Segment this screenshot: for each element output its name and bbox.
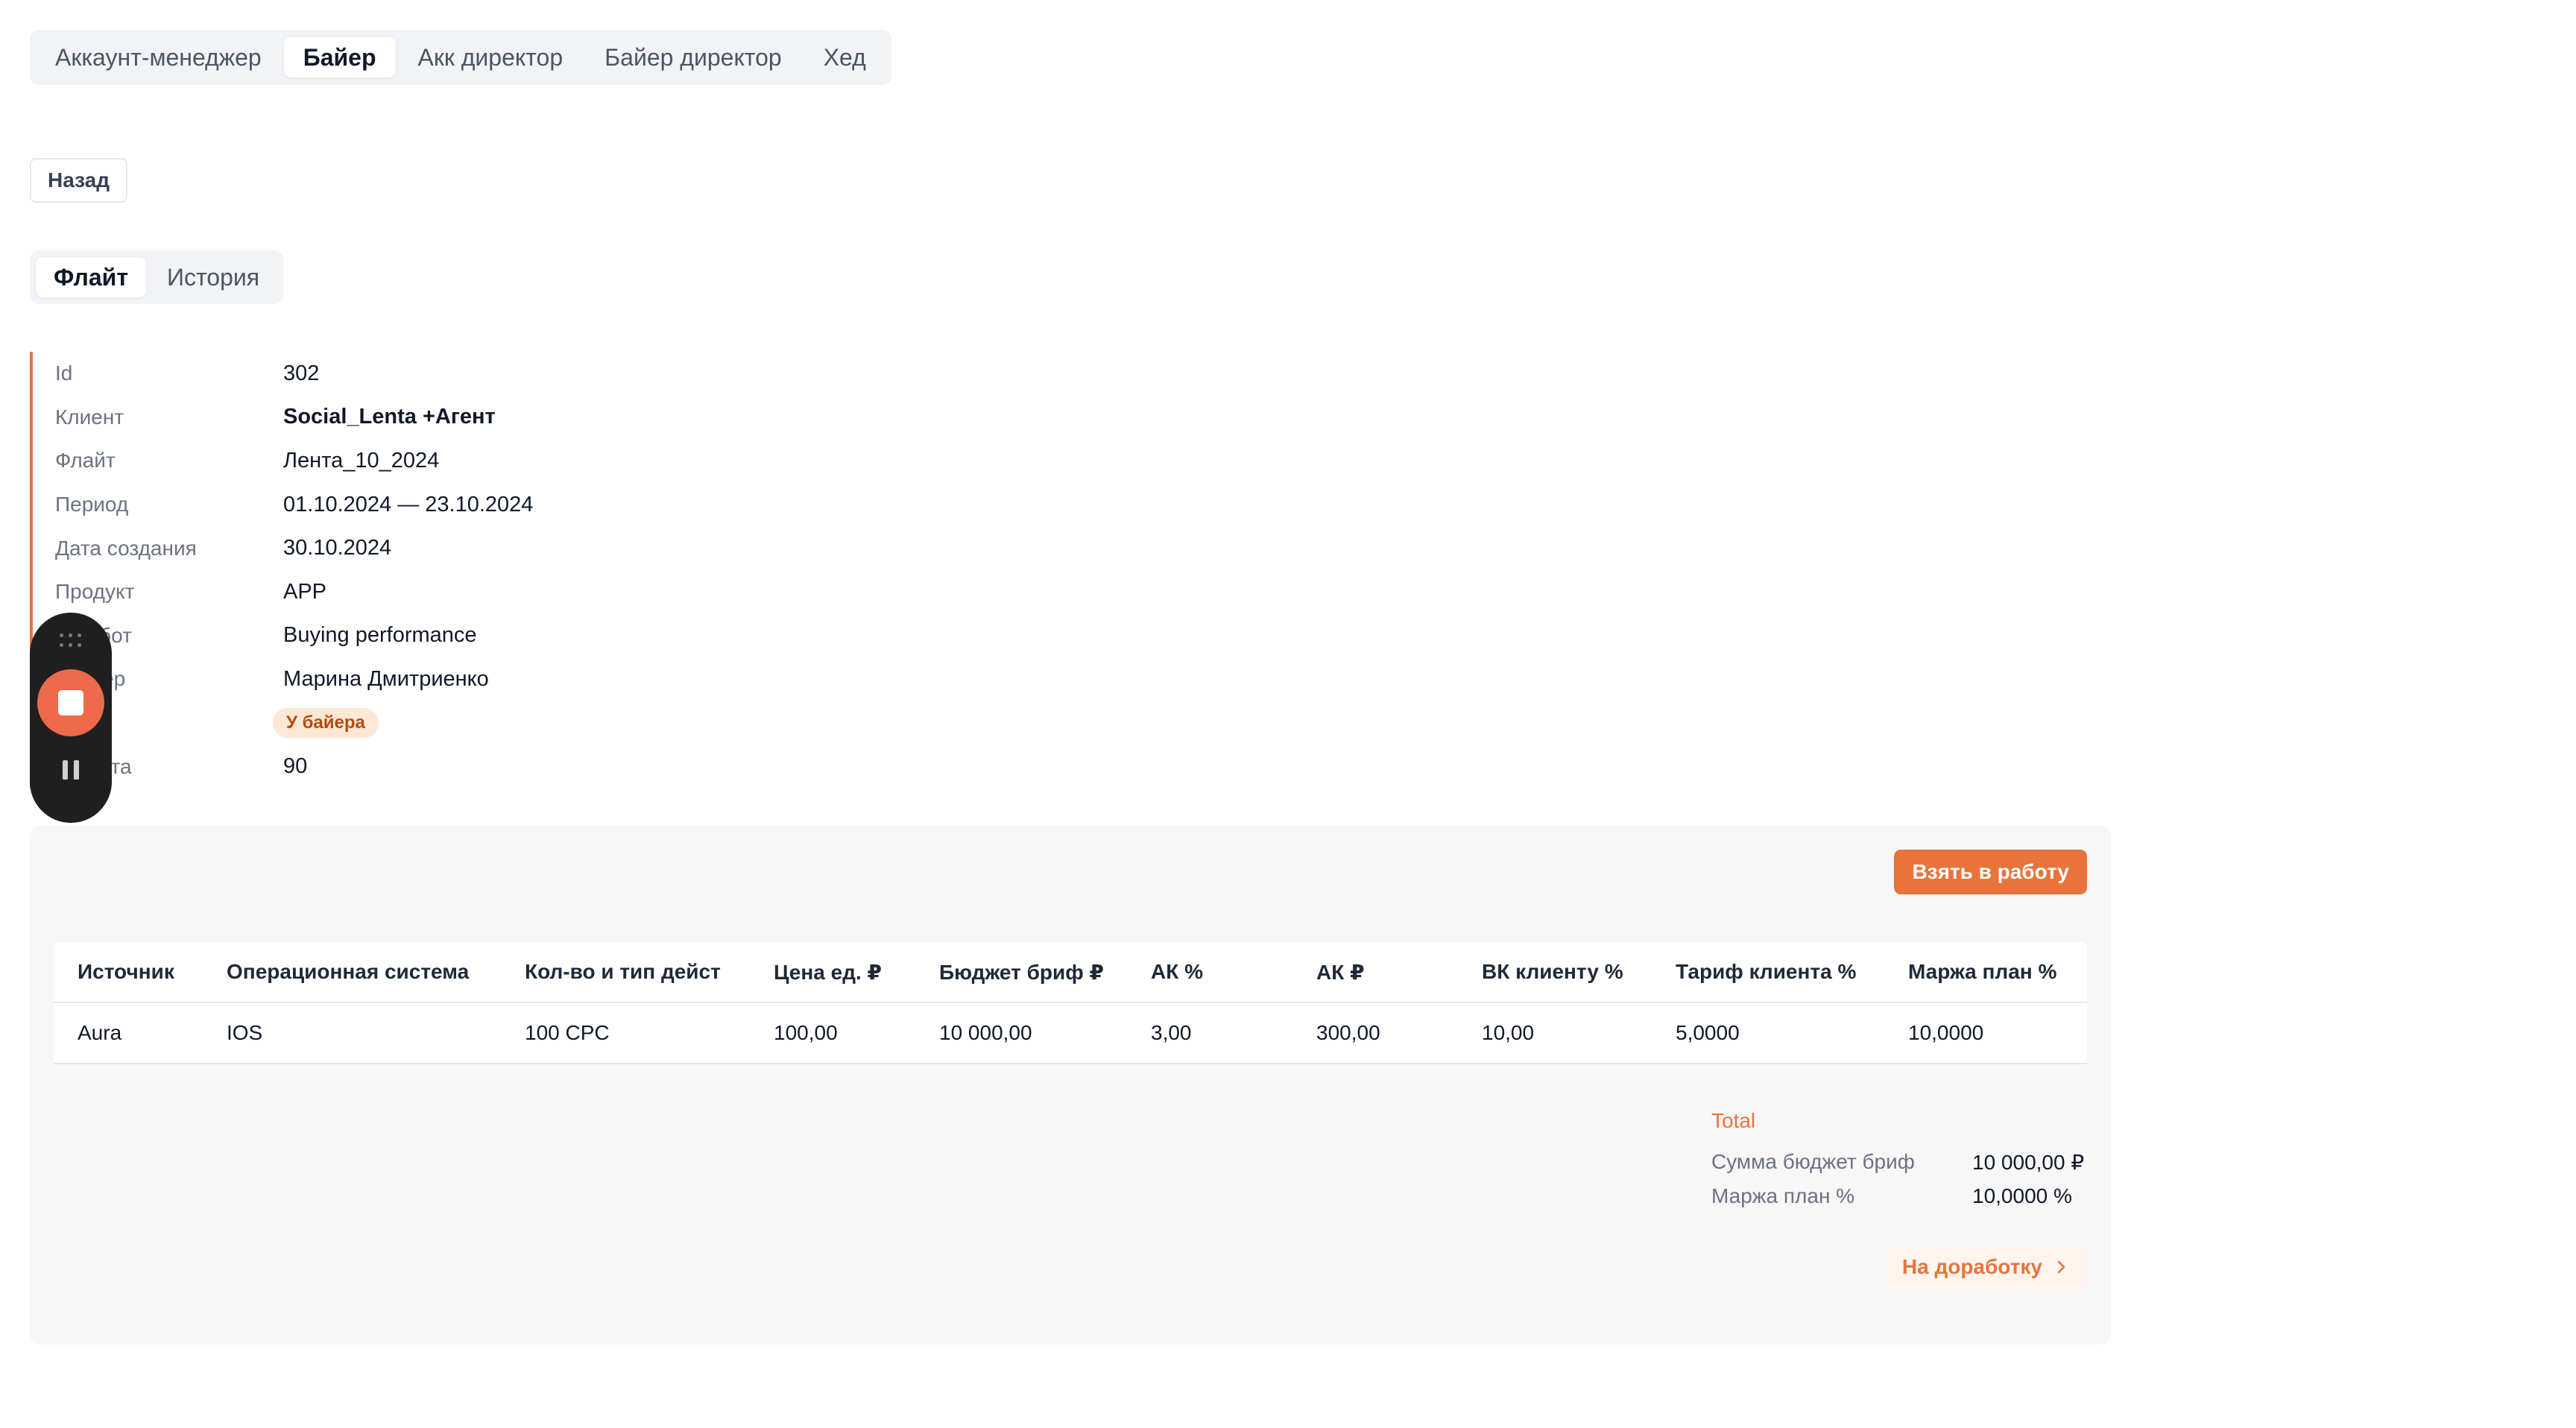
chevron-right-icon (2057, 1260, 2065, 1274)
drag-handle-icon[interactable] (60, 634, 82, 648)
column-header: ВК клиенту % (1482, 960, 1623, 983)
column-header: АК ₽ (1316, 960, 1365, 984)
info-row-product: Продукт APP (55, 570, 701, 614)
info-value: Лента_10_2024 (283, 448, 440, 473)
column-header: Цена ед. ₽ (774, 960, 883, 984)
info-value: Buying performance (283, 623, 477, 648)
column-header: Кол-во и тип дейст (525, 960, 721, 983)
tab-buyer[interactable]: Байер (283, 37, 396, 78)
info-row-payment: …плата 90 (55, 745, 701, 789)
table-cell: 10 000,00 (939, 1021, 1032, 1044)
totals-block: Total Сумма бюджет бриф 10 000,00 ₽ Марж… (1711, 1109, 2092, 1213)
info-label: Id (55, 361, 73, 385)
table-cell: 10,0000 (1908, 1021, 1984, 1044)
screen-recorder-widget (30, 613, 112, 823)
totals-row-margin: Маржа план % 10,0000 % (1711, 1179, 2092, 1213)
table-header-row: Источник Операционная система Кол-во и т… (54, 942, 2087, 1003)
info-label: Продукт (55, 580, 135, 604)
info-label: Клиент (55, 405, 124, 429)
totals-title: Total (1711, 1109, 1756, 1132)
flight-info: Id 302 Клиент Social_Lenta +Агент Флайт … (30, 352, 701, 789)
role-tabs: Аккаунт-менеджер Байер Акк директор Байе… (30, 30, 891, 85)
info-label: Период (55, 493, 129, 516)
back-button[interactable]: Назад (30, 158, 128, 203)
tab-buyer-director[interactable]: Байер директор (585, 37, 801, 78)
totals-label: Сумма бюджет бриф (1711, 1150, 1915, 1173)
info-value: 302 (283, 361, 320, 385)
flight-panel: Взять в работу Источник Операционная сис… (30, 826, 2111, 1345)
totals-label: Маржа план % (1711, 1184, 1855, 1207)
table-cell: 100 CPC (525, 1021, 610, 1044)
info-row-period: Период 01.10.2024 — 23.10.2024 (55, 483, 701, 527)
status-badge: У байера (273, 708, 379, 739)
stop-recording-button[interactable] (37, 669, 104, 736)
totals-row-budget: Сумма бюджет бриф 10 000,00 ₽ (1711, 1145, 2092, 1179)
tab-account-manager[interactable]: Аккаунт-менеджер (36, 37, 281, 78)
table-cell: Aura (78, 1021, 122, 1044)
info-row-id: Id 302 (55, 352, 701, 396)
info-value: Social_Lenta +Агент (283, 405, 496, 429)
info-value: 01.10.2024 — 23.10.2024 (283, 492, 534, 516)
totals-value: 10 000,00 ₽ (1972, 1150, 2085, 1174)
column-header: Операционная система (227, 960, 470, 983)
status-cell: У байера (273, 708, 379, 739)
info-row-work-type: …работ Buying performance (55, 614, 701, 658)
send-to-rework-button[interactable]: На доработку (1884, 1245, 2087, 1289)
tab-history[interactable]: История (149, 257, 277, 297)
totals-value: 10,0000 % (1972, 1184, 2072, 1207)
column-header: АК % (1151, 960, 1203, 983)
info-row-client: Клиент Social_Lenta +Агент (55, 396, 701, 440)
pause-recording-button[interactable] (63, 760, 79, 780)
info-value: 90 (283, 754, 308, 779)
info-label: Флайт (55, 449, 116, 473)
table-row[interactable]: Aura IOS 100 CPC 100,00 10 000,00 3,00 3… (54, 1003, 2087, 1064)
flight-table: Источник Операционная система Кол-во и т… (54, 942, 2087, 1064)
tab-head[interactable]: Хед (804, 37, 886, 78)
section-tabs: Флайт История (30, 250, 284, 304)
column-header: Тариф клиента % (1676, 960, 1857, 983)
info-row-status: …с У байера (55, 701, 701, 745)
table-cell: 3,00 (1151, 1021, 1192, 1044)
info-label: Дата создания (55, 536, 197, 560)
info-row-manager: …джер Марина Дмитриенко (55, 657, 701, 701)
table-cell: IOS (227, 1021, 263, 1044)
column-header: Источник (78, 960, 174, 983)
info-value: APP (283, 579, 327, 604)
info-value: Марина Дмитриенко (283, 666, 489, 691)
info-row-created: Дата создания 30.10.2024 (55, 526, 701, 570)
take-to-work-button[interactable]: Взять в работу (1894, 850, 2087, 894)
table-cell: 5,0000 (1676, 1021, 1740, 1044)
rework-label: На доработку (1901, 1255, 2042, 1278)
table-cell: 100,00 (774, 1021, 838, 1044)
table-cell: 300,00 (1316, 1021, 1380, 1044)
column-header: Бюджет бриф ₽ (939, 960, 1104, 984)
tab-account-director[interactable]: Акк директор (399, 37, 583, 78)
table-cell: 10,00 (1482, 1021, 1535, 1044)
info-value: 30.10.2024 (283, 536, 392, 560)
info-row-flight: Флайт Лента_10_2024 (55, 439, 701, 483)
tab-flight[interactable]: Флайт (36, 257, 146, 297)
stop-icon (58, 690, 83, 715)
column-header: Маржа план % (1908, 960, 2057, 983)
